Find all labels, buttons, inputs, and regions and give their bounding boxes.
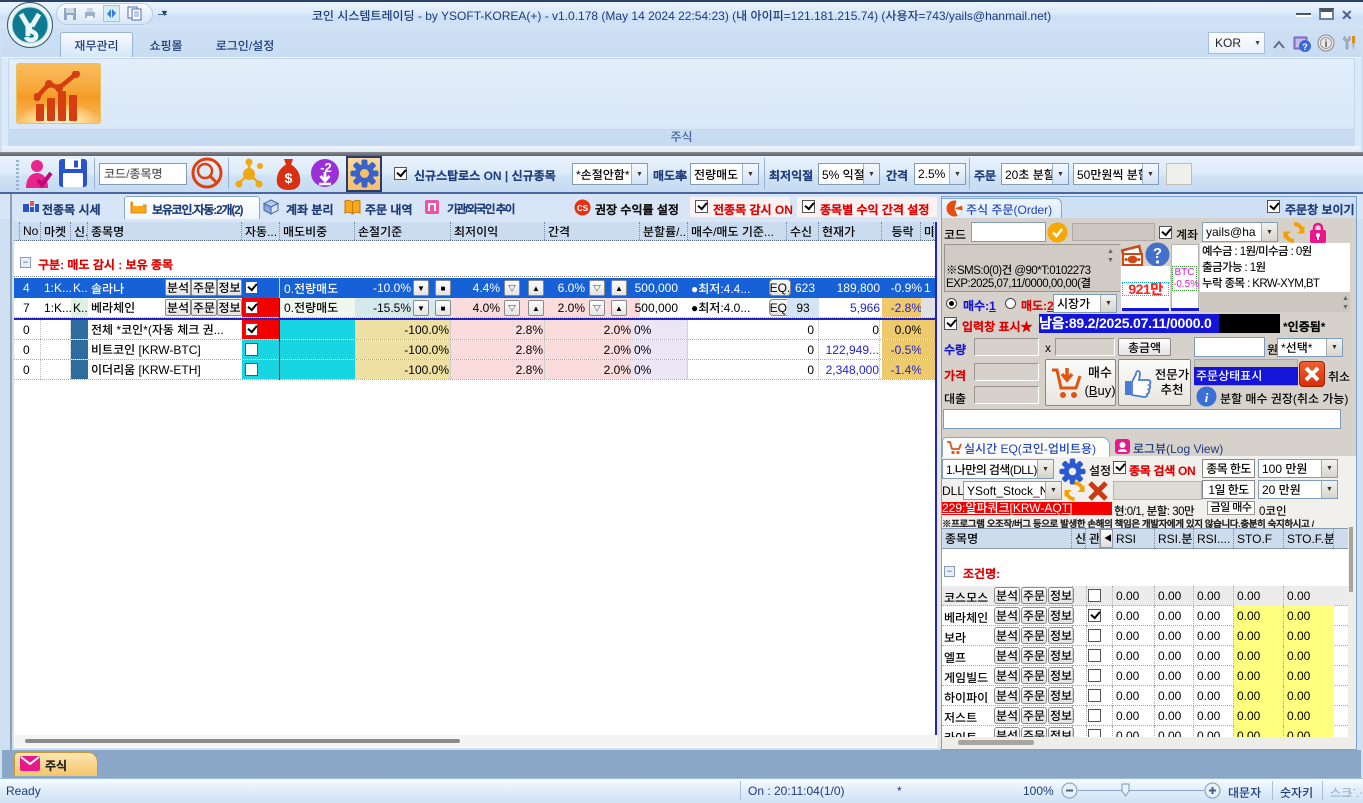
svg-text:i: i bbox=[1205, 390, 1209, 405]
svg-text:CS: CS bbox=[577, 204, 589, 213]
svg-text:$: $ bbox=[285, 170, 293, 186]
svg-text:?: ? bbox=[1302, 42, 1308, 52]
svg-text:i: i bbox=[1325, 39, 1328, 50]
svg-text:?: ? bbox=[1153, 245, 1162, 262]
